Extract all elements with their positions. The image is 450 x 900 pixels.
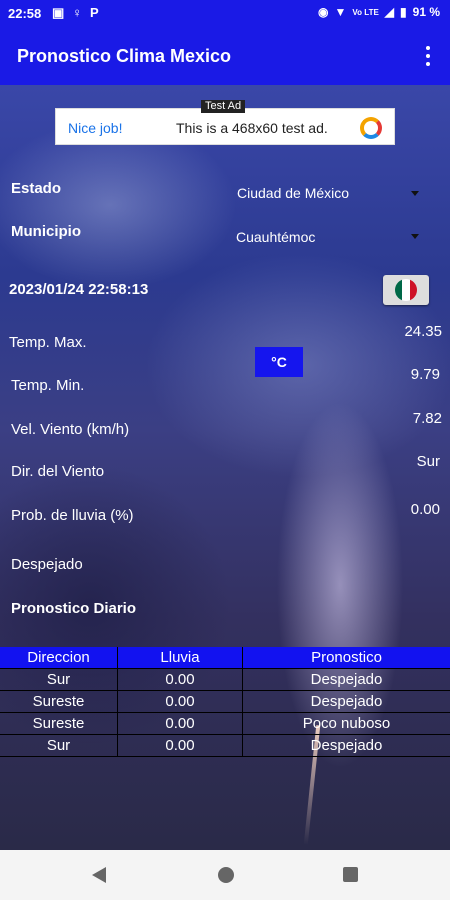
country-button[interactable] (383, 275, 429, 305)
rain-prob-label: Prob. de lluvia (%) (11, 507, 134, 524)
ad-label: Test Ad (201, 100, 246, 113)
sky-condition: Despejado (11, 556, 83, 573)
signal-icon: ◢ (384, 5, 395, 19)
municipio-select[interactable]: Cuauhtémoc (236, 229, 315, 245)
cell-lluvia: 0.00 (118, 691, 243, 713)
wind-speed-label: Vel. Viento (km/h) (11, 421, 130, 438)
temp-min-value: 9.79 (410, 366, 440, 383)
battery-icon: ▮ (400, 5, 407, 19)
header-lluvia: Lluvia (118, 647, 243, 669)
wifi-icon: ▼ (334, 5, 347, 19)
system-nav-bar (0, 850, 450, 900)
overflow-menu-icon[interactable] (418, 42, 438, 70)
datetime: 2023/01/24 22:58:13 (9, 281, 149, 298)
temp-min-label: Temp. Min. (11, 377, 85, 394)
ad-banner[interactable]: Test Ad Nice job! This is a 468x60 test … (55, 100, 395, 145)
battery-level: 91 % (412, 5, 440, 19)
mexico-flag-icon (395, 279, 417, 301)
temp-max-value: 24.35 (404, 323, 442, 340)
recents-icon[interactable] (343, 867, 358, 882)
header-pronostico: Pronostico (243, 647, 450, 669)
municipio-label: Municipio (11, 223, 81, 240)
vibrate-icon: ◉ (318, 5, 329, 19)
home-icon[interactable] (218, 867, 234, 883)
cell-lluvia: 0.00 (118, 713, 243, 735)
lte-label: Vo LTE (352, 7, 379, 17)
estado-label: Estado (11, 180, 62, 197)
lightbulb-icon: ♀ (72, 5, 83, 20)
temp-max-label: Temp. Max. (9, 334, 87, 351)
table-row: Sur 0.00 Despejado (0, 735, 450, 757)
cell-direccion: Sur (0, 669, 118, 691)
rain-prob-value: 0.00 (410, 501, 440, 518)
app-bar: Pronostico Clima Mexico (0, 28, 450, 85)
cell-direccion: Sureste (0, 691, 118, 713)
unit-toggle-button[interactable]: °C (255, 347, 303, 377)
wind-speed-value: 7.82 (412, 410, 442, 427)
ad-body-text: This is a 468x60 test ad. (176, 120, 328, 136)
table-row: Sureste 0.00 Despejado (0, 691, 450, 713)
wind-dir-label: Dir. del Viento (11, 463, 105, 480)
app-title: Pronostico Clima Mexico (17, 46, 232, 66)
status-bar: 22:58 ▣ ♀ P ◉ ▼ Vo LTE ◢ ▮ 91 % (0, 0, 450, 28)
image-icon: ▣ (52, 5, 65, 20)
daily-forecast-title: Pronostico Diario (11, 600, 137, 617)
status-time: 22:58 (8, 6, 42, 21)
estado-select[interactable]: Ciudad de México (237, 185, 349, 201)
table-header: Direccion Lluvia Pronostico (0, 647, 450, 669)
cell-pronostico: Despejado (243, 669, 450, 691)
cell-pronostico: Poco nuboso (243, 713, 450, 735)
table-row: Sur 0.00 Despejado (0, 669, 450, 691)
estado-dropdown-icon[interactable] (411, 191, 419, 196)
table-row: Sureste 0.00 Poco nuboso (0, 713, 450, 735)
cell-pronostico: Despejado (243, 735, 450, 757)
cell-lluvia: 0.00 (118, 669, 243, 691)
back-icon[interactable] (92, 867, 106, 883)
cell-pronostico: Despejado (243, 691, 450, 713)
main-content: Test Ad Nice job! This is a 468x60 test … (0, 85, 450, 850)
forecast-table: Direccion Lluvia Pronostico Sur 0.00 Des… (0, 647, 450, 757)
municipio-dropdown-icon[interactable] (411, 234, 419, 239)
cell-direccion: Sureste (0, 713, 118, 735)
header-direccion: Direccion (0, 647, 118, 669)
p-app-icon: P (90, 5, 99, 20)
cell-lluvia: 0.00 (118, 735, 243, 757)
ad-logo-icon (360, 117, 382, 139)
wind-dir-value: Sur (416, 453, 440, 470)
ad-nice-text: Nice job! (68, 120, 123, 136)
cell-direccion: Sur (0, 735, 118, 757)
